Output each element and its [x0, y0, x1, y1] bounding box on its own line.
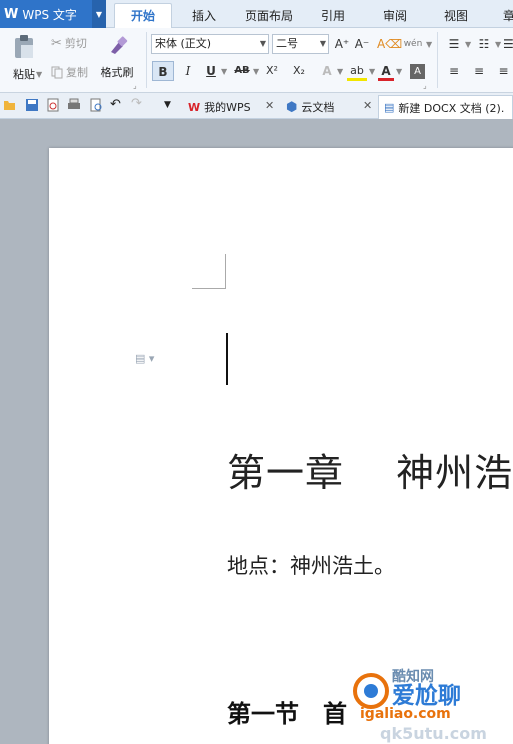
tab-view[interactable]: 视图 [444, 7, 468, 24]
format-painter-label: 格式刷 [100, 66, 134, 79]
clipboard-icon [15, 35, 33, 58]
superscript-button[interactable]: X² [262, 61, 282, 81]
customize-chevron-icon[interactable]: ▼ [164, 98, 178, 112]
underline-button[interactable]: U [203, 61, 219, 81]
print-preview-icon[interactable] [89, 98, 103, 112]
tab-references[interactable]: 引用 [321, 7, 345, 24]
cut-button[interactable]: ✂ 剪切 [51, 35, 87, 51]
strikethrough-button[interactable]: AB [231, 61, 253, 81]
align-left-icon[interactable]: ≡ [444, 61, 464, 81]
tab-current-document-label: 新建 DOCX 文档 (2). [398, 101, 505, 115]
chevron-down-icon[interactable]: ▼ [337, 67, 343, 76]
undo-icon[interactable]: ↶ [110, 98, 124, 112]
margin-corner-mark [225, 254, 226, 289]
watermark-logo-icon [353, 673, 389, 709]
tab-my-wps-label: 我的WPS [204, 101, 251, 114]
quick-access-bar: ↶ ↷ ▼ W 我的WPS ✕ ⬢ 云文档 ✕ ▤ 新建 DOCX 文档 (2)… [0, 93, 513, 119]
redo-icon[interactable]: ↷ [131, 97, 145, 111]
tab-review[interactable]: 审阅 [383, 7, 407, 24]
document-icon: ▤ [384, 101, 395, 114]
tab-cloud-docs[interactable]: ⬢ 云文档 [281, 95, 339, 119]
font-name-select[interactable]: 宋体 (正文) ▼ [151, 34, 269, 54]
font-color-button[interactable]: A [378, 61, 394, 81]
chevron-down-icon[interactable]: ▼ [426, 40, 432, 49]
print-icon[interactable] [67, 98, 81, 112]
paragraph-layout-icon[interactable]: ▤ ▾ [135, 352, 154, 365]
tab-cloud-docs-label: 云文档 [301, 101, 335, 114]
watermark-bottom-text: qk5utu.com [380, 724, 487, 743]
ribbon-toolbar: 粘贴 ▼ ✂ 剪切 复制 格式刷 ⌟ 宋体 (正文) ▼ 二号 ▼ A⁺ A⁻ … [0, 28, 513, 93]
chevron-down-icon[interactable]: ▼ [369, 67, 375, 76]
multilevel-list-icon[interactable]: ☰ [503, 34, 513, 54]
wps-logo-icon: W [4, 6, 19, 22]
chevron-down-icon[interactable]: ▼ [396, 67, 402, 76]
tab-page-layout[interactable]: 页面布局 [245, 7, 293, 24]
chevron-down-icon[interactable]: ▼ [465, 40, 471, 49]
font-size-value: 二号 [276, 37, 298, 50]
align-center-icon[interactable]: ≡ [469, 61, 489, 81]
grow-font-button[interactable]: A⁺ [334, 34, 350, 54]
chapter-heading[interactable]: 第一章 神州浩 [227, 442, 513, 497]
export-pdf-icon[interactable] [46, 98, 60, 112]
location-paragraph[interactable]: 地点：神州浩土。 [227, 550, 395, 580]
chevron-down-icon[interactable]: ▼ [36, 70, 42, 79]
numbered-list-icon[interactable]: ☷ [474, 34, 494, 54]
app-name: WPS 文字 [22, 7, 77, 22]
open-folder-icon[interactable] [3, 98, 17, 112]
copy-button[interactable]: 复制 [51, 64, 88, 80]
clear-format-icon[interactable]: A⌫ [377, 34, 402, 54]
bold-button[interactable]: B [152, 61, 174, 81]
italic-button[interactable]: I [180, 61, 196, 81]
format-painter-button[interactable]: 格式刷 [97, 34, 137, 80]
margin-corner-mark [192, 288, 226, 289]
align-right-icon[interactable]: ≡ [494, 61, 513, 81]
chevron-down-icon[interactable]: ▼ [495, 40, 501, 49]
tab-insert[interactable]: 插入 [192, 7, 216, 24]
copy-label: 复制 [66, 66, 88, 79]
phonetic-guide-button[interactable]: wén [402, 34, 424, 54]
highlight-button[interactable]: ab [347, 61, 367, 81]
chevron-down-icon[interactable]: ▼ [253, 67, 259, 76]
chevron-down-icon: ▼ [259, 39, 266, 48]
paint-brush-icon [111, 36, 128, 54]
group-divider [146, 32, 147, 88]
watermark-brand: 爱尬聊 [392, 683, 461, 709]
save-icon[interactable] [25, 98, 39, 112]
document-page[interactable]: ▤ ▾ 第一章 神州浩 地点：神州浩土。 第一节 首 [49, 148, 513, 744]
cloud-doc-icon: ⬢ [286, 99, 298, 115]
tab-section[interactable]: 章 [503, 7, 513, 24]
close-icon[interactable]: ✕ [265, 99, 274, 112]
font-size-select[interactable]: 二号 ▼ [272, 34, 329, 54]
close-icon[interactable]: ✕ [363, 99, 372, 112]
wps-icon: W [188, 100, 201, 114]
menu-bar: W WPS 文字 ▼ 开始 插入 页面布局 引用 审阅 视图 章 [0, 0, 513, 28]
text-effect-icon[interactable]: A [318, 61, 336, 81]
chevron-down-icon: ▼ [319, 39, 326, 48]
tab-home[interactable]: 开始 [114, 3, 172, 28]
font-name-value: 宋体 (正文) [155, 37, 212, 50]
tab-my-wps[interactable]: W 我的WPS [183, 95, 256, 119]
dialog-launcher-icon[interactable]: ⌟ [423, 81, 427, 90]
chevron-down-icon[interactable]: ▼ [221, 67, 227, 76]
char-shading-icon[interactable]: A [410, 64, 425, 79]
cut-label: 剪切 [64, 37, 87, 50]
watermark-url: igaliao.com [360, 706, 451, 722]
chevron-down-icon[interactable]: ▼ [92, 0, 106, 28]
group-divider [437, 32, 438, 88]
bullet-list-icon[interactable]: ☰ [444, 34, 464, 54]
section-heading[interactable]: 第一节 首 [227, 694, 347, 729]
app-menu-button[interactable]: W WPS 文字 ▼ [0, 0, 106, 28]
text-cursor [226, 333, 228, 385]
subscript-button[interactable]: X₂ [289, 61, 309, 81]
shrink-font-button[interactable]: A⁻ [354, 34, 370, 54]
tab-current-document[interactable]: ▤ 新建 DOCX 文档 (2). [378, 95, 513, 119]
dialog-launcher-icon[interactable]: ⌟ [133, 81, 137, 90]
scissors-icon: ✂ [51, 35, 62, 51]
copy-icon [51, 66, 63, 78]
